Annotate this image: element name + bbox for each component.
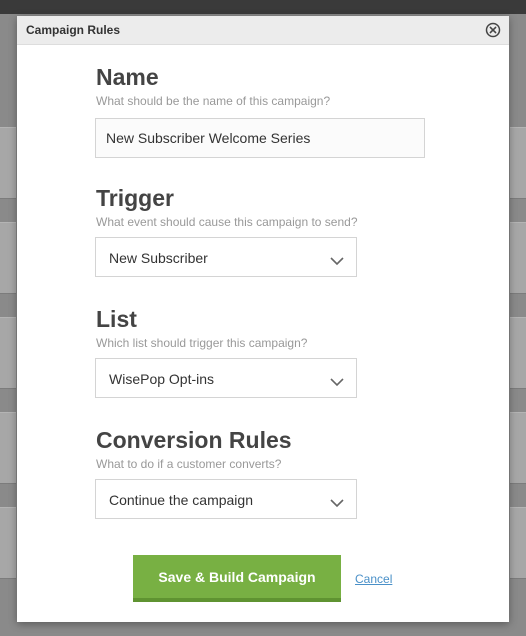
name-heading: Name xyxy=(96,64,159,90)
dialog-header: Campaign Rules xyxy=(17,16,509,45)
trigger-select[interactable]: New Subscriber xyxy=(95,237,357,277)
close-icon[interactable] xyxy=(485,22,501,38)
background-row xyxy=(510,127,526,199)
background-row xyxy=(510,317,526,389)
background-row xyxy=(510,412,526,484)
chevron-down-icon xyxy=(330,495,344,513)
campaign-rules-dialog: Campaign Rules Name What should be the n… xyxy=(17,16,509,622)
background-row xyxy=(510,507,526,579)
list-select[interactable]: WisePop Opt-ins xyxy=(95,358,357,398)
campaign-name-input[interactable] xyxy=(95,118,425,158)
cancel-link[interactable]: Cancel xyxy=(355,572,392,586)
name-help-text: What should be the name of this campaign… xyxy=(96,94,331,108)
list-help-text: Which list should trigger this campaign? xyxy=(96,336,308,350)
list-heading: List xyxy=(96,306,137,332)
trigger-selected-value: New Subscriber xyxy=(109,250,208,266)
list-selected-value: WisePop Opt-ins xyxy=(109,371,215,387)
top-bar xyxy=(0,0,526,14)
background-row xyxy=(0,317,16,389)
chevron-down-icon xyxy=(330,374,344,392)
background-row xyxy=(0,222,16,294)
save-build-campaign-button[interactable]: Save & Build Campaign xyxy=(133,555,341,602)
conversion-rules-heading: Conversion Rules xyxy=(96,427,292,453)
background-row xyxy=(0,127,16,199)
conversion-rules-selected-value: Continue the campaign xyxy=(109,492,253,508)
trigger-help-text: What event should cause this campaign to… xyxy=(96,215,358,229)
background-row xyxy=(0,412,16,484)
trigger-heading: Trigger xyxy=(96,185,174,211)
conversion-rules-select[interactable]: Continue the campaign xyxy=(95,479,357,519)
chevron-down-icon xyxy=(330,253,344,271)
conversion-rules-help-text: What to do if a customer converts? xyxy=(96,457,282,471)
background-row xyxy=(510,222,526,294)
dialog-title: Campaign Rules xyxy=(26,23,121,37)
background-row xyxy=(0,507,16,579)
